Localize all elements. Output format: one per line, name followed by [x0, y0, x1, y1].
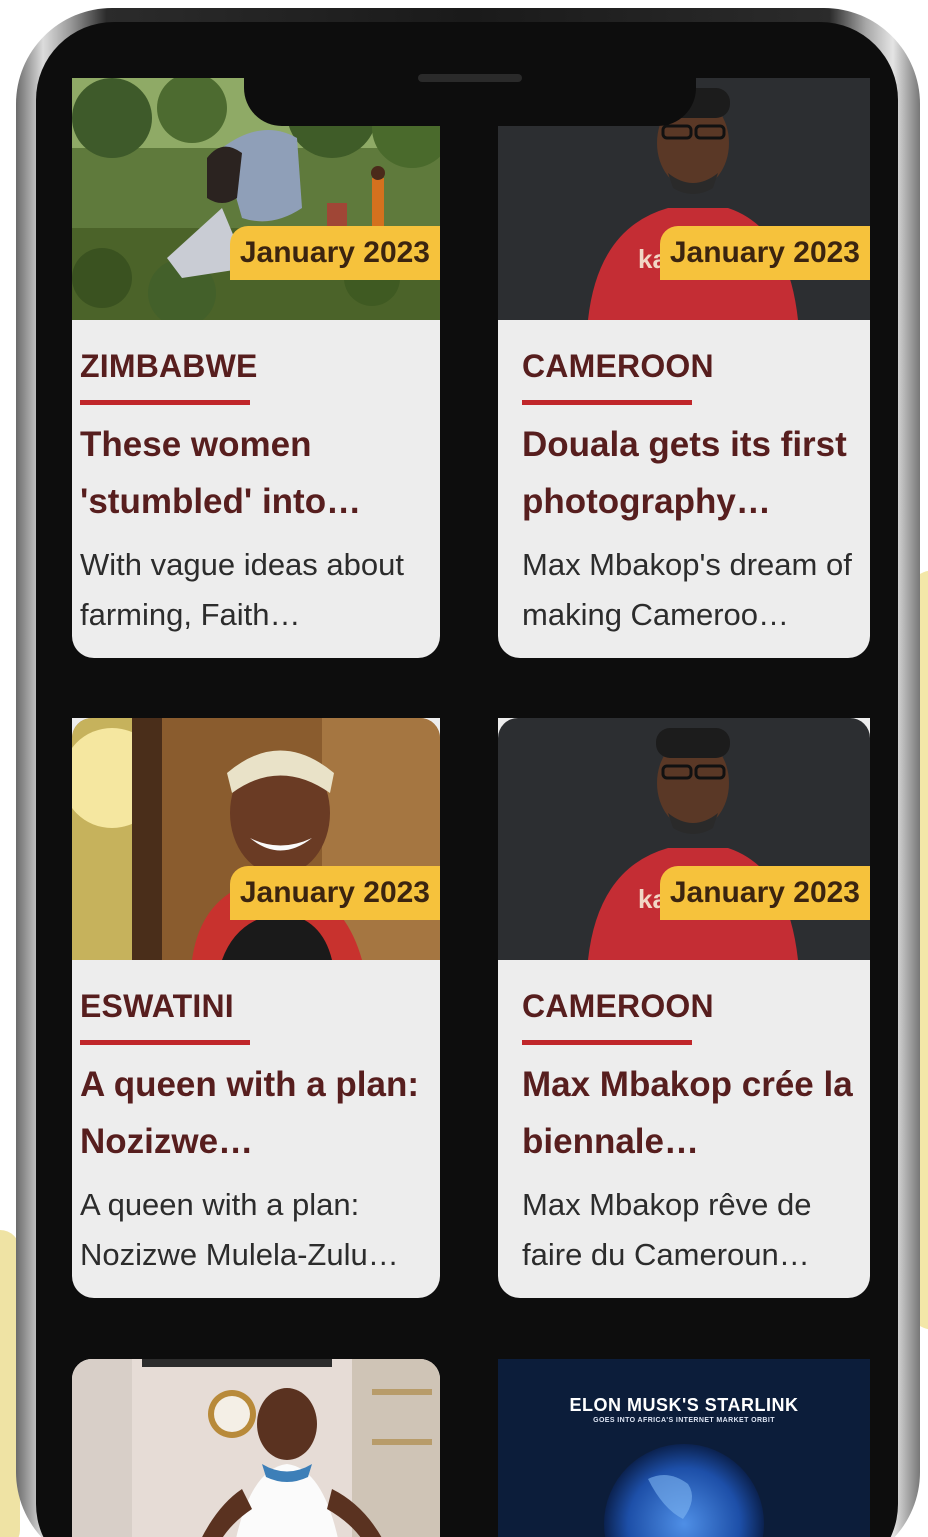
article-card-cameroon-1[interactable]: kam January 2023 CAMEROON Douala gets it… — [498, 78, 870, 658]
date-badge: January 2023 — [659, 226, 870, 280]
country-label: ESWATINI — [80, 988, 234, 1024]
country-label: CAMEROON — [522, 348, 714, 384]
man-red-shirt-photo: kam — [498, 718, 870, 960]
country-label: ZIMBABWE — [80, 348, 258, 384]
article-summary: Max Mbakop's dream of making Cameroo… — [522, 547, 852, 632]
woman-white-dress-photo — [72, 1359, 440, 1537]
date-badge: January 2023 — [659, 866, 870, 920]
article-summary: A queen with a plan: Nozizwe Mulela-Zulu… — [80, 1187, 399, 1272]
country-underline — [522, 400, 692, 405]
date-badge: January 2023 — [229, 226, 440, 280]
article-card-cameroon-2[interactable]: kam January 2023 CAMEROON Max Mbakop cré… — [498, 718, 870, 1298]
article-card-5[interactable] — [72, 1359, 440, 1537]
smiling-woman-photo — [72, 718, 440, 960]
article-headline[interactable]: These women 'stumbled' into… — [80, 416, 432, 530]
country-underline — [80, 400, 250, 405]
starlink-title: ELON MUSK'S STARLINK — [569, 1395, 799, 1415]
country-underline — [522, 1040, 692, 1045]
country-label: CAMEROON — [522, 988, 714, 1024]
starlink-globe-graphic: ELON MUSK'S STARLINK GOES INTO AFRICA'S … — [498, 1359, 870, 1537]
article-card-6[interactable]: ELON MUSK'S STARLINK GOES INTO AFRICA'S … — [498, 1359, 870, 1537]
starlink-subtitle: GOES INTO AFRICA'S INTERNET MARKET ORBIT — [593, 1417, 775, 1424]
article-headline[interactable]: Max Mbakop crée la biennale… — [522, 1056, 874, 1170]
article-card-eswatini[interactable]: January 2023 ESWATINI A queen with a pla… — [72, 718, 440, 1298]
phone-speaker — [418, 74, 522, 82]
article-card-zimbabwe[interactable]: January 2023 ZIMBABWE These women 'stumb… — [72, 78, 440, 658]
article-headline[interactable]: A queen with a plan: Nozizwe… — [80, 1056, 432, 1170]
article-headline[interactable]: Douala gets its first photography… — [522, 416, 874, 530]
phone-notch — [244, 58, 696, 126]
country-underline — [80, 1040, 250, 1045]
article-summary: With vague ideas about farming, Faith… — [80, 547, 404, 632]
date-badge: January 2023 — [229, 866, 440, 920]
article-summary: Max Mbakop rêve de faire du Cameroun… — [522, 1187, 812, 1272]
